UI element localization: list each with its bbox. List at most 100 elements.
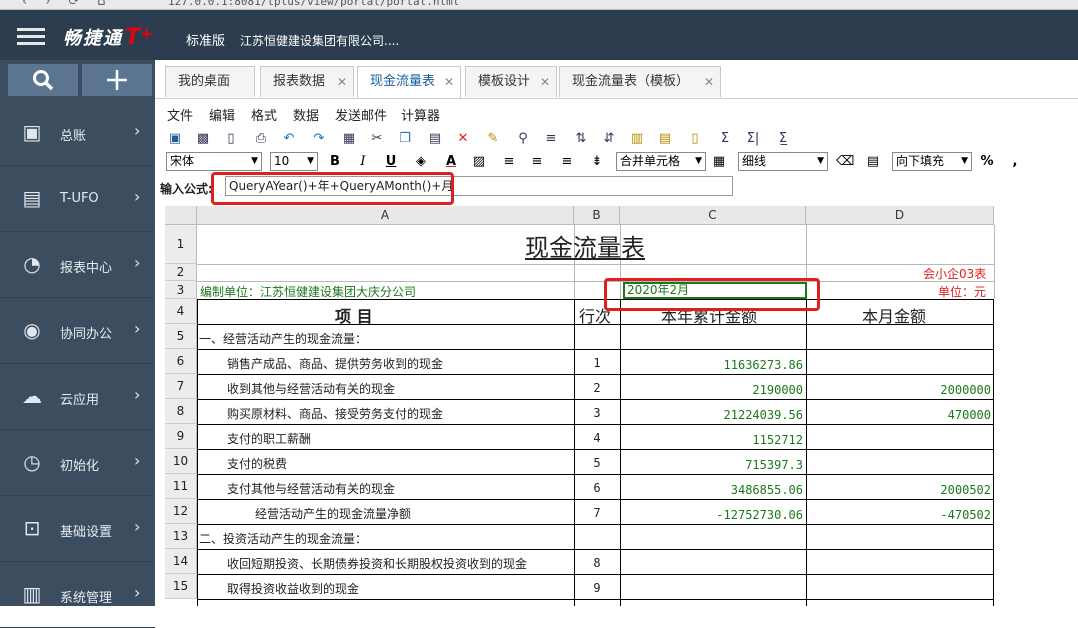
sidebar-item-report-center[interactable]: ◔ 报表中心 › <box>0 232 155 298</box>
sort-desc-icon[interactable]: ⇵ <box>600 130 618 148</box>
percent-button[interactable]: % <box>978 153 996 171</box>
delete-icon[interactable]: ✕ <box>454 130 472 148</box>
format-painter-icon[interactable]: ▤ <box>864 153 882 171</box>
insert-col-icon[interactable]: ▤ <box>656 130 674 148</box>
browser-nav-icons[interactable]: ‹›⟳⌂ <box>22 0 124 9</box>
row-number[interactable]: 3 <box>165 281 197 299</box>
italic-button[interactable]: I <box>354 153 372 171</box>
tab-template-design[interactable]: 模板设计 ✕ <box>465 66 557 97</box>
font-color-icon[interactable]: A <box>442 153 460 171</box>
print-icon[interactable]: ⎙ <box>252 130 270 148</box>
column-header-a[interactable]: A <box>197 206 574 225</box>
sidebar-item-cloud[interactable]: ☁ 云应用 › <box>0 364 155 430</box>
sort-asc-icon[interactable]: ⇅ <box>572 130 590 148</box>
row-number[interactable]: 6 <box>165 349 197 374</box>
close-icon[interactable]: ✕ <box>444 67 454 97</box>
search-button[interactable] <box>8 64 78 96</box>
sum-col-icon[interactable]: Σ̲ <box>774 130 792 148</box>
font-select[interactable]: 宋体 ▼ <box>166 152 262 171</box>
cell-style-icon[interactable]: ▨ <box>470 153 488 171</box>
browser-url[interactable]: 127.0.0.1:8081/tplus/view/portal/portal.… <box>168 0 459 8</box>
row-number[interactable]: 14 <box>165 549 197 574</box>
fill-down-select[interactable]: 向下填充 ▼ <box>892 152 972 171</box>
row-number[interactable]: 8 <box>165 399 197 424</box>
table-cell-ytd[interactable]: 3486855.06 <box>620 483 803 497</box>
sidebar-item-system[interactable]: ▥ 系统管理 › <box>0 562 155 628</box>
align-center-icon[interactable]: ≡ <box>528 153 546 171</box>
sidebar-item-t-ufo[interactable]: ▤ T-UFO › <box>0 166 155 232</box>
format-brush-icon[interactable]: ✎ <box>484 130 502 148</box>
tab-cash-flow-template[interactable]: 现金流量表（模板） ✕ <box>559 66 721 97</box>
insert-row-icon[interactable]: ▥ <box>628 130 646 148</box>
replace-icon[interactable]: ≡ <box>542 130 560 148</box>
find-icon[interactable]: ⚲ <box>514 130 532 148</box>
bold-button[interactable]: B <box>326 153 344 171</box>
close-icon[interactable]: ✕ <box>704 67 714 97</box>
menu-calculator[interactable]: 计算器 <box>401 105 440 124</box>
row-number[interactable]: 12 <box>165 499 197 524</box>
row-number[interactable]: 15 <box>165 574 197 599</box>
menu-hamburger-icon[interactable] <box>17 28 45 48</box>
redo-icon[interactable]: ↷ <box>310 130 328 148</box>
paste-icon[interactable]: ▤ <box>426 130 444 148</box>
menu-file[interactable]: 文件 <box>167 105 193 124</box>
add-button[interactable] <box>82 64 152 96</box>
select-all-icon[interactable]: ▦ <box>340 130 358 148</box>
tab-report-data[interactable]: 报表数据 ✕ <box>260 66 354 97</box>
row-number[interactable]: 1 <box>165 225 197 264</box>
company-name[interactable]: 江苏恒健建设集团有限公司.... <box>240 32 399 49</box>
font-size-select[interactable]: 10 ▼ <box>270 152 318 171</box>
merge-cells-select[interactable]: 合并单元格 ▼ <box>616 152 706 171</box>
wrap-icon[interactable]: ⇟ <box>588 153 606 171</box>
preview-icon[interactable]: ▯ <box>222 130 240 148</box>
comma-button[interactable]: , <box>1006 153 1024 171</box>
sum-icon[interactable]: Σ <box>716 130 734 148</box>
table-cell-ytd[interactable]: 1152712 <box>620 433 803 447</box>
table-cell-month[interactable]: -470502 <box>806 508 991 522</box>
table-cell-month[interactable]: 2000000 <box>806 383 991 397</box>
table-cell-month[interactable]: 470000 <box>806 408 991 422</box>
border-style-select[interactable]: 细线 ▼ <box>738 152 828 171</box>
copy-icon[interactable]: ❐ <box>396 130 414 148</box>
save-icon[interactable]: ▣ <box>166 130 184 148</box>
tab-my-desktop[interactable]: 我的桌面 <box>165 66 255 97</box>
column-header-b[interactable]: B <box>574 206 620 225</box>
menu-format[interactable]: 格式 <box>251 105 277 124</box>
sidebar-item-init[interactable]: ◷ 初始化 › <box>0 430 155 496</box>
column-header-c[interactable]: C <box>620 206 806 225</box>
menu-edit[interactable]: 编辑 <box>209 105 235 124</box>
undo-icon[interactable]: ↶ <box>280 130 298 148</box>
table-cell-ytd[interactable]: 2190000 <box>620 383 803 397</box>
table-cell-ytd[interactable]: -12752730.06 <box>620 508 803 522</box>
row-number[interactable]: 9 <box>165 424 197 449</box>
table-cell-ytd[interactable]: 21224039.56 <box>620 408 803 422</box>
underline-button[interactable]: U <box>382 153 400 171</box>
sidebar-item-basic-settings[interactable]: ⊡ 基础设置 › <box>0 496 155 562</box>
row-number[interactable]: 13 <box>165 524 197 549</box>
border-grid-icon[interactable]: ▦ <box>710 153 728 171</box>
close-icon[interactable]: ✕ <box>337 67 347 97</box>
row-number[interactable]: 4 <box>165 299 197 324</box>
row-number[interactable]: 7 <box>165 374 197 399</box>
sum-row-icon[interactable]: Σ| <box>744 130 762 148</box>
table-cell-ytd[interactable]: 715397.3 <box>620 458 803 472</box>
table-cell-month[interactable]: 2000502 <box>806 483 991 497</box>
delete-row-icon[interactable]: ▯ <box>686 130 704 148</box>
eraser-icon[interactable]: ⌫ <box>836 153 854 171</box>
sidebar-item-ledger[interactable]: ▣ 总账 › <box>0 100 155 166</box>
row-number[interactable]: 11 <box>165 474 197 499</box>
tab-cash-flow[interactable]: 现金流量表 ✕ <box>357 66 461 98</box>
row-number[interactable]: 5 <box>165 324 197 349</box>
table-cell-ytd[interactable]: 11636273.86 <box>620 358 803 372</box>
align-left-icon[interactable]: ≡ <box>500 153 518 171</box>
row-number[interactable]: 2 <box>165 264 197 281</box>
align-right-icon[interactable]: ≡ <box>558 153 576 171</box>
corner-select-all[interactable] <box>165 206 197 225</box>
sidebar-item-collab[interactable]: ◉ 协同办公 › <box>0 298 155 364</box>
menu-data[interactable]: 数据 <box>293 105 319 124</box>
row-number[interactable]: 10 <box>165 449 197 474</box>
fill-color-icon[interactable]: ◈ <box>412 153 430 171</box>
cut-icon[interactable]: ✂ <box>368 130 386 148</box>
menu-send-mail[interactable]: 发送邮件 <box>335 105 387 124</box>
close-icon[interactable]: ✕ <box>540 67 550 97</box>
